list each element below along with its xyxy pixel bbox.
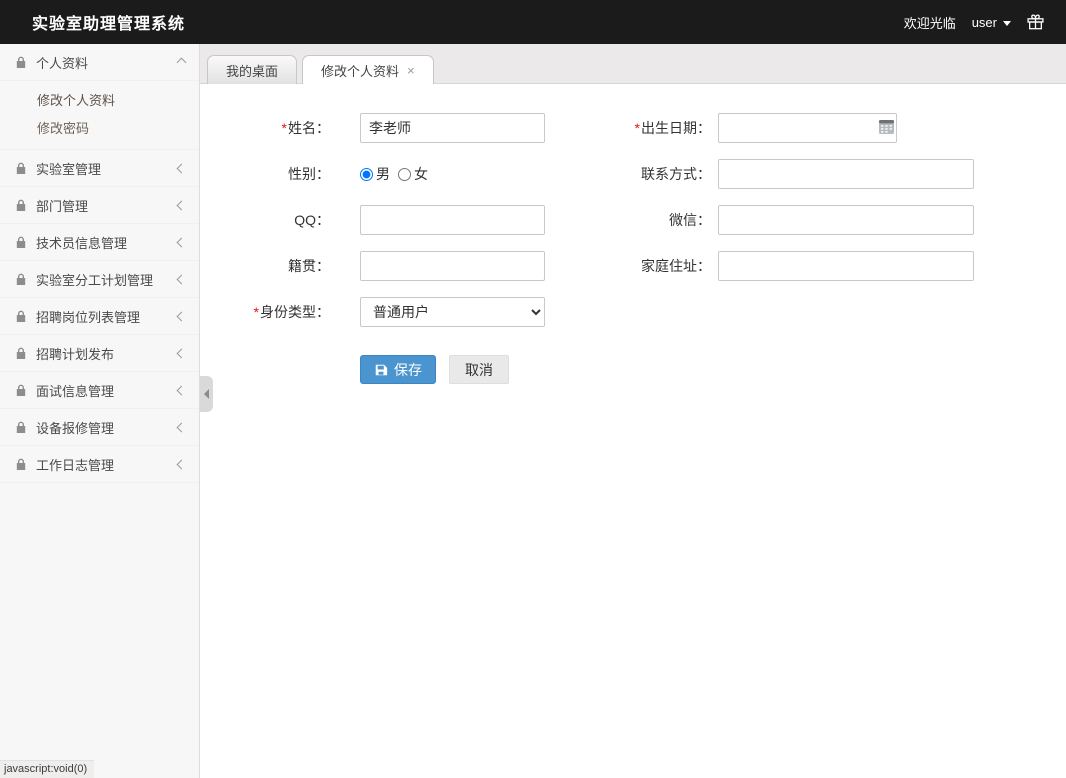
- tab-my-desktop[interactable]: 我的桌面: [207, 55, 297, 84]
- save-button[interactable]: 保存: [360, 355, 436, 384]
- app-title: 实验室助理管理系统: [32, 10, 185, 34]
- chevron-up-icon: [177, 57, 187, 67]
- lock-icon: [15, 236, 27, 249]
- lock-icon: [15, 458, 27, 471]
- chevron-left-icon: [177, 385, 187, 395]
- cancel-button[interactable]: 取消: [449, 355, 509, 384]
- chevron-left-icon: [177, 237, 187, 247]
- lock-icon: [15, 56, 27, 69]
- sidebar-item-recruit-position-list[interactable]: 招聘岗位列表管理: [0, 298, 199, 335]
- form-row-qq-wechat: QQ： 微信：: [200, 205, 1066, 235]
- qq-label: QQ：: [200, 210, 330, 230]
- sidebar-item-lab-management[interactable]: 实验室管理: [0, 150, 199, 187]
- gift-icon[interactable]: [1027, 14, 1044, 30]
- edit-profile-form: *姓名： *出生日期：: [200, 84, 1066, 384]
- usertype-select[interactable]: 普通用户: [360, 297, 545, 327]
- chevron-down-icon: [1003, 21, 1011, 26]
- main-content: *姓名： *出生日期：: [200, 84, 1066, 778]
- gender-male-radio[interactable]: 男: [360, 164, 390, 184]
- form-row-usertype: *身份类型： 普通用户: [200, 297, 1066, 327]
- birthdate-field-wrap: [718, 113, 897, 143]
- chevron-left-icon: [177, 348, 187, 358]
- welcome-text: 欢迎光临: [904, 13, 956, 32]
- address-field[interactable]: [718, 251, 974, 281]
- sidebar-item-edit-profile[interactable]: 修改个人资料: [0, 85, 199, 113]
- chevron-left-icon: [177, 459, 187, 469]
- lock-icon: [15, 347, 27, 360]
- chevron-left-icon: [177, 274, 187, 284]
- top-bar: 实验室助理管理系统 欢迎光临 user: [0, 0, 1066, 44]
- usertype-label: *身份类型：: [200, 302, 330, 322]
- sidebar-item-recruit-plan-publish[interactable]: 招聘计划发布: [0, 335, 199, 372]
- contact-label: 联系方式：: [545, 164, 711, 184]
- gender-female-radio[interactable]: 女: [392, 164, 428, 184]
- hometown-field[interactable]: [360, 251, 545, 281]
- lock-icon: [15, 199, 27, 212]
- name-label: *姓名：: [200, 118, 330, 138]
- sidebar-collapse-handle[interactable]: [200, 376, 213, 412]
- wechat-field[interactable]: [718, 205, 974, 235]
- user-menu[interactable]: user: [972, 15, 1011, 30]
- required-mark: *: [254, 304, 259, 320]
- form-buttons: 保存 取消: [360, 355, 1066, 384]
- sidebar: 个人资料 修改个人资料 修改密码 实验室管理 部门管理 技术员信息管理 实验室分…: [0, 44, 200, 778]
- chevron-left-icon: [177, 200, 187, 210]
- arrow-left-icon: [204, 389, 209, 399]
- name-field[interactable]: [360, 113, 545, 143]
- username: user: [972, 15, 997, 30]
- sidebar-item-technician-info[interactable]: 技术员信息管理: [0, 224, 199, 261]
- lock-icon: [15, 273, 27, 286]
- sidebar-item-work-log[interactable]: 工作日志管理: [0, 446, 199, 483]
- chevron-left-icon: [177, 422, 187, 432]
- qq-field[interactable]: [360, 205, 545, 235]
- required-mark: *: [282, 120, 287, 136]
- sidebar-item-department-management[interactable]: 部门管理: [0, 187, 199, 224]
- lock-icon: [15, 310, 27, 323]
- close-icon[interactable]: ×: [407, 64, 415, 77]
- birthdate-field[interactable]: [718, 113, 897, 143]
- chevron-left-icon: [177, 163, 187, 173]
- header-right: 欢迎光临 user: [904, 13, 1044, 32]
- tab-edit-profile[interactable]: 修改个人资料 ×: [302, 55, 434, 84]
- form-row-name-birthdate: *姓名： *出生日期：: [200, 113, 1066, 143]
- form-row-gender-contact: 性别： 男 女 联系方式：: [200, 159, 1066, 189]
- save-icon: [374, 363, 388, 377]
- tab-bar: 我的桌面 修改个人资料 ×: [200, 44, 1066, 84]
- profile-submenu: 修改个人资料 修改密码: [0, 81, 199, 150]
- sidebar-item-change-password[interactable]: 修改密码: [0, 113, 199, 141]
- gender-radio-group: 男 女: [360, 164, 545, 184]
- contact-field[interactable]: [718, 159, 974, 189]
- required-mark: *: [635, 120, 640, 136]
- birthdate-label: *出生日期：: [545, 118, 711, 138]
- calendar-icon[interactable]: [879, 120, 894, 134]
- sidebar-item-equipment-repair[interactable]: 设备报修管理: [0, 409, 199, 446]
- status-bar-text: javascript:void(0): [0, 760, 94, 778]
- sidebar-item-interview-info[interactable]: 面试信息管理: [0, 372, 199, 409]
- lock-icon: [15, 421, 27, 434]
- wechat-label: 微信：: [545, 210, 711, 230]
- lock-icon: [15, 162, 27, 175]
- form-row-hometown-address: 籍贯： 家庭住址：: [200, 251, 1066, 281]
- sidebar-item-lab-work-plan[interactable]: 实验室分工计划管理: [0, 261, 199, 298]
- gender-label: 性别：: [200, 164, 330, 184]
- lock-icon: [15, 384, 27, 397]
- chevron-left-icon: [177, 311, 187, 321]
- address-label: 家庭住址：: [545, 256, 711, 276]
- sidebar-item-profile[interactable]: 个人资料: [0, 44, 199, 81]
- hometown-label: 籍贯：: [200, 256, 330, 276]
